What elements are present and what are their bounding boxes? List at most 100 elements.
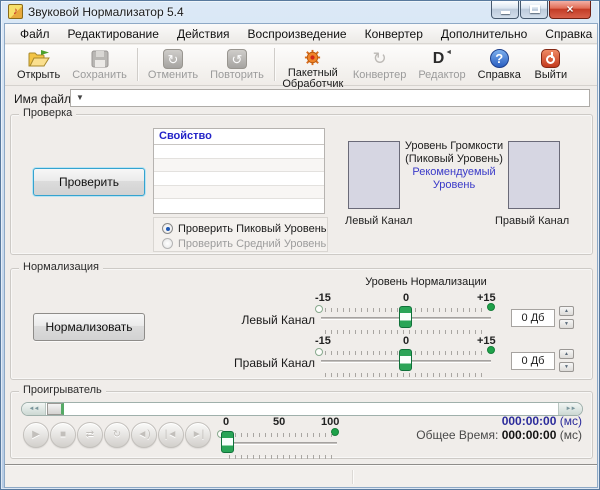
scale-min-label: -15 <box>315 335 331 347</box>
power-icon <box>541 48 561 69</box>
toolbar-help-button[interactable]: ? Справка <box>472 46 527 83</box>
normalize-group-title: Нормализация <box>19 261 103 273</box>
chevron-down-icon[interactable]: ▼ <box>76 93 84 102</box>
right-channel-db-field[interactable]: 0 Дб <box>511 352 555 370</box>
volume-slider-track[interactable] <box>227 442 337 445</box>
client-area: Файл Редактирование Действия Воспроизвед… <box>4 23 598 488</box>
volume-level-line1: Уровень Громкости <box>404 140 504 152</box>
play-icon: ▶ <box>32 429 40 440</box>
next-icon: ►| <box>191 429 205 440</box>
play-button[interactable]: ▶ <box>23 422 49 448</box>
total-time-value: 000:00:00 <box>501 428 557 442</box>
toolbar-redo-button[interactable]: ↺ Повторить <box>204 46 270 83</box>
toolbar-exit-button[interactable]: Выйти <box>527 46 575 83</box>
normalize-button[interactable]: Нормализовать <box>33 313 145 341</box>
toolbar-open-button[interactable]: Открыть <box>11 46 66 83</box>
toolbar-help-label: Справка <box>477 69 521 81</box>
gear-icon <box>303 48 322 67</box>
current-time: 000:00:00 (мс) <box>416 414 582 428</box>
right-channel-meter <box>508 141 560 209</box>
toolbar-editor-button[interactable]: D ◄ Редактор <box>412 46 471 83</box>
filename-combobox[interactable]: ▼ <box>70 89 590 107</box>
scale-max-label: +15 <box>477 335 496 347</box>
menu-item-file[interactable]: Файл <box>11 24 59 44</box>
left-channel-db-field[interactable]: 0 Дб <box>511 309 555 327</box>
left-channel-spin-up[interactable]: ▲ <box>559 306 574 316</box>
shuffle-button[interactable]: ⇄ <box>77 422 103 448</box>
property-table[interactable]: Свойство <box>153 128 325 214</box>
previous-button[interactable]: |◄ <box>158 422 184 448</box>
right-channel-slider-thumb[interactable] <box>399 349 412 371</box>
check-group-title: Проверка <box>19 107 77 119</box>
menu-item-extra[interactable]: Дополнительно <box>432 24 536 44</box>
menu-item-converter[interactable]: Конвертер <box>356 24 432 44</box>
radio-peak-level[interactable]: Проверить Пиковый Уровень <box>162 221 327 236</box>
scale-max-label: +15 <box>477 292 496 304</box>
volume-ticks <box>229 455 333 459</box>
table-row <box>154 145 324 159</box>
check-mode-panel: Проверить Пиковый Уровень Проверить Сред… <box>153 217 328 252</box>
current-time-unit: (мс) <box>559 414 582 428</box>
help-question-icon: ? <box>489 48 509 69</box>
table-row <box>154 158 324 173</box>
stop-button[interactable]: ■ <box>50 422 76 448</box>
radio-average-label: Проверить Средний Уровень <box>178 237 327 250</box>
undo-icon: ↻ <box>163 48 183 69</box>
menu-item-edit[interactable]: Редактирование <box>59 24 168 44</box>
volume-slider-thumb[interactable] <box>221 431 234 453</box>
player-group: Проигрыватель ◄◄ ►► ▶ ■ ⇄ ↻ ◄) |◄ ►| 0 5… <box>10 384 593 459</box>
toolbar-separator <box>273 48 275 81</box>
table-row <box>154 199 324 213</box>
toolbar-converter-button[interactable]: ↻ Конвертер <box>347 46 412 83</box>
slider-max-marker <box>487 346 495 354</box>
table-row <box>154 185 324 200</box>
volume-scale-100: 100 <box>321 416 340 428</box>
right-channel-spin-up[interactable]: ▲ <box>559 349 574 359</box>
check-group: Проверка Проверить Свойство Проверить Пи… <box>10 107 593 255</box>
status-pane-separator <box>352 470 353 484</box>
radio-average-level[interactable]: Проверить Средний Уровень <box>162 236 327 251</box>
left-channel-slider-thumb[interactable] <box>399 306 412 328</box>
recommended-level-line2: Уровень <box>432 179 476 191</box>
property-table-header: Свойство <box>154 129 324 145</box>
slider-ticks <box>325 373 485 377</box>
menu-item-playback[interactable]: Воспроизведение <box>239 24 356 44</box>
volume-button[interactable]: ◄) <box>131 422 157 448</box>
left-channel-spin-down[interactable]: ▼ <box>559 319 574 329</box>
close-icon: × <box>566 2 574 16</box>
next-button[interactable]: ►| <box>185 422 211 448</box>
open-folder-icon <box>28 48 50 69</box>
toolbar-batch-label: Пакетный Обработчик <box>282 67 344 90</box>
toolbar: Открыть Сохранить ↻ Отменить ↺ Повторить… <box>5 45 597 90</box>
scale-mid-label: 0 <box>403 292 410 304</box>
minimize-icon <box>501 11 510 14</box>
recommended-level-line1: Рекомендуемый <box>412 166 496 178</box>
maximize-button[interactable] <box>520 1 548 19</box>
right-channel-spin-down[interactable]: ▼ <box>559 362 574 372</box>
check-button[interactable]: Проверить <box>33 168 145 196</box>
speaker-icon: ◄) <box>137 429 151 440</box>
close-button[interactable]: × <box>549 1 591 19</box>
seek-thumb[interactable] <box>47 403 64 415</box>
editor-icon: D ◄ <box>432 49 453 67</box>
toolbar-editor-label: Редактор <box>418 69 466 81</box>
toolbar-exit-label: Выйти <box>534 69 568 81</box>
radio-selected-icon <box>162 223 173 234</box>
redo-icon: ↺ <box>226 48 247 69</box>
seek-back-button[interactable]: ◄◄ <box>22 403 46 415</box>
menu-item-help[interactable]: Справка <box>536 24 599 44</box>
minimize-button[interactable] <box>491 1 519 19</box>
toolbar-save-button[interactable]: Сохранить <box>66 46 133 83</box>
scale-mid-label: 0 <box>403 335 410 347</box>
menu-item-actions[interactable]: Действия <box>168 24 239 44</box>
toolbar-undo-button[interactable]: ↻ Отменить <box>142 46 204 83</box>
window-title: Звуковой Нормализатор 5.4 <box>28 5 184 19</box>
normalization-level-title: Уровень Нормализации <box>365 276 487 288</box>
slider-max-marker <box>487 303 495 311</box>
radio-peak-label: Проверить Пиковый Уровень <box>178 222 327 235</box>
repeat-button[interactable]: ↻ <box>104 422 130 448</box>
status-bar-divider-line <box>5 464 597 466</box>
maximize-icon <box>530 5 540 13</box>
volume-scale-0: 0 <box>223 416 230 428</box>
toolbar-batch-button[interactable]: Пакетный Обработчик <box>279 46 347 90</box>
